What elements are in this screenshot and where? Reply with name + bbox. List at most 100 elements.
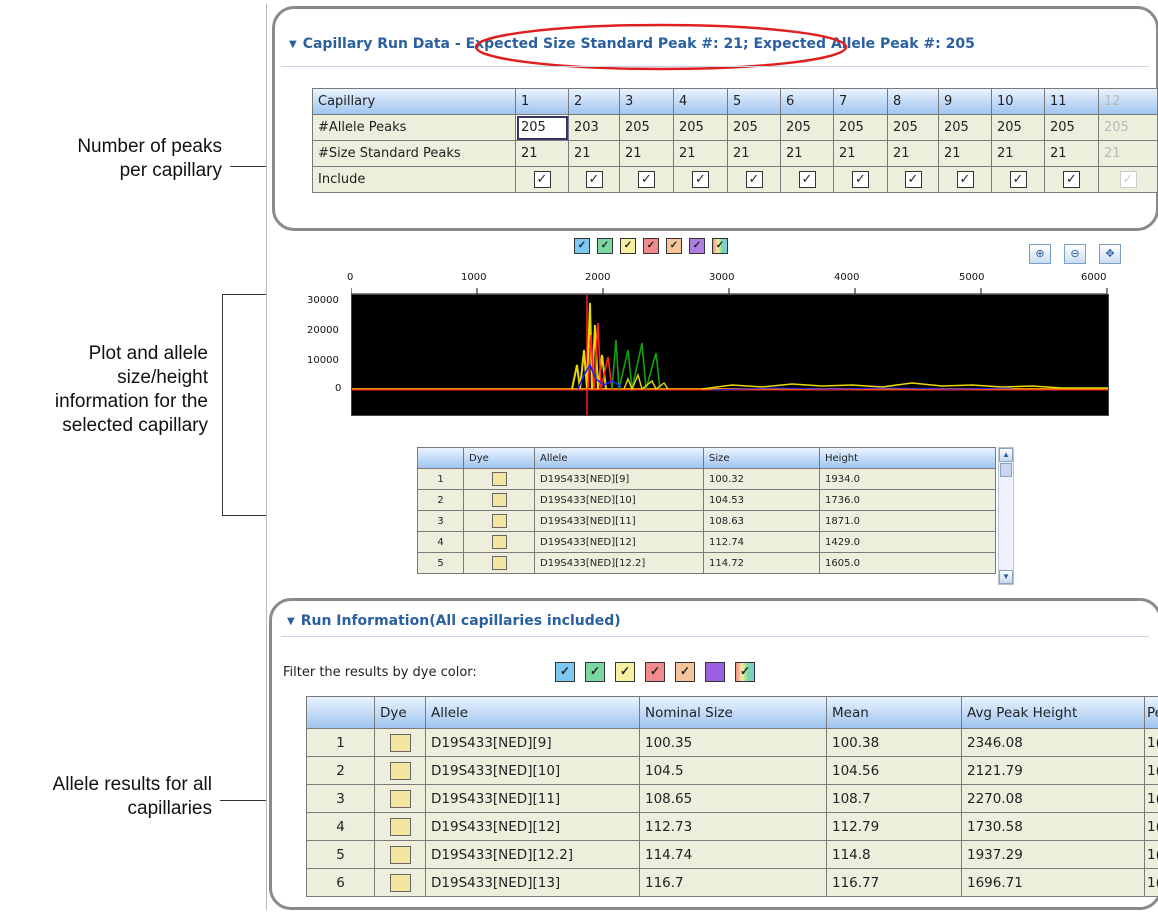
size-standard-peaks-cell[interactable]: 21 xyxy=(568,140,620,167)
size-standard-peaks-cell[interactable]: 21 xyxy=(938,140,992,167)
truncated-value: 1( xyxy=(1144,840,1158,869)
dye-swatch-yellow[interactable]: ✓ xyxy=(620,238,636,254)
run-header-allele[interactable]: Allele xyxy=(425,696,640,729)
run-header-index[interactable] xyxy=(306,696,375,729)
capillary-col-10[interactable]: 10 xyxy=(991,88,1045,115)
run-info-row[interactable]: 3 D19S433[NED][11] 108.65 108.7 2270.08 … xyxy=(306,784,1158,813)
include-checkbox[interactable]: ✓ xyxy=(904,171,922,188)
capillary-col-9[interactable]: 9 xyxy=(938,88,992,115)
run-info-row[interactable]: 1 D19S433[NED][9] 100.35 100.38 2346.08 … xyxy=(306,728,1158,757)
electropherogram-plot[interactable] xyxy=(351,294,1109,416)
size-standard-peaks-cell[interactable]: 21 xyxy=(991,140,1045,167)
capillary-col-1[interactable]: 1 xyxy=(515,88,569,115)
capillary-col-12[interactable]: 12 xyxy=(1098,88,1158,115)
size-standard-peaks-cell[interactable]: 21 xyxy=(515,140,569,167)
size-standard-peaks-cell[interactable]: 21 xyxy=(1044,140,1099,167)
run-info-row[interactable]: 6 D19S433[NED][13] 116.7 116.77 1696.71 … xyxy=(306,868,1158,897)
dye-filter-yellow[interactable]: ✓ xyxy=(615,662,635,682)
include-checkbox[interactable]: ✓ xyxy=(638,171,655,188)
zoom-out-icon[interactable]: ⊖ xyxy=(1064,244,1086,264)
zoom-in-icon[interactable]: ⊕ xyxy=(1029,244,1051,264)
collapse-triangle-icon[interactable]: ▼ xyxy=(287,616,295,627)
selected-header-index[interactable] xyxy=(417,447,464,469)
size-standard-peaks-cell[interactable]: 21 xyxy=(727,140,781,167)
size-standard-peaks-cell[interactable]: 21 xyxy=(673,140,728,167)
size-standard-peaks-cell[interactable]: 21 xyxy=(833,140,888,167)
row-index: 5 xyxy=(417,552,464,574)
selected-table-row[interactable]: 1 D19S433[NED][9] 100.32 1934.0 xyxy=(417,468,996,490)
capillary-col-6[interactable]: 6 xyxy=(780,88,834,115)
run-info-row[interactable]: 5 D19S433[NED][12.2] 114.74 114.8 1937.2… xyxy=(306,840,1158,869)
run-header-nominal-size[interactable]: Nominal Size xyxy=(639,696,827,729)
include-checkbox[interactable]: ✓ xyxy=(798,171,816,188)
dye-swatch-purple[interactable]: ✓ xyxy=(689,238,705,254)
allele-peaks-cell[interactable]: 205 xyxy=(727,114,781,141)
run-header-dye[interactable]: Dye xyxy=(374,696,426,729)
run-header-mean[interactable]: Mean xyxy=(826,696,962,729)
include-checkbox[interactable]: ✓ xyxy=(692,171,709,188)
scroll-up-icon[interactable]: ▲ xyxy=(999,448,1013,462)
size-standard-peaks-cell[interactable]: 21 xyxy=(619,140,674,167)
selected-table-row[interactable]: 5 D19S433[NED][12.2] 114.72 1605.0 xyxy=(417,552,996,574)
allele-peaks-cell[interactable]: 205 xyxy=(619,114,674,141)
allele-peaks-cell[interactable]: 205 xyxy=(833,114,888,141)
scroll-down-icon[interactable]: ▼ xyxy=(999,570,1013,584)
collapse-triangle-icon[interactable]: ▼ xyxy=(289,39,297,50)
dye-swatch-red[interactable]: ✓ xyxy=(643,238,659,254)
dye-filter-green[interactable]: ✓ xyxy=(585,662,605,682)
allele-peaks-cell[interactable]: 205 xyxy=(938,114,992,141)
dye-swatch-orange[interactable]: ✓ xyxy=(666,238,682,254)
selected-table-row[interactable]: 3 D19S433[NED][11] 108.63 1871.0 xyxy=(417,510,996,532)
allele-peaks-cell-selected[interactable]: 205 xyxy=(515,114,569,141)
dye-filter-red[interactable]: ✓ xyxy=(645,662,665,682)
selected-header-height[interactable]: Height xyxy=(819,447,996,469)
allele-peaks-cell[interactable]: 205 xyxy=(1044,114,1099,141)
run-header-avg-peak-height[interactable]: Avg Peak Height xyxy=(961,696,1145,729)
capillary-col-7[interactable]: 7 xyxy=(833,88,888,115)
allele-peaks-cell[interactable]: 205 xyxy=(780,114,834,141)
capillary-col-8[interactable]: 8 xyxy=(887,88,939,115)
selected-header-allele[interactable]: Allele xyxy=(534,447,704,469)
dye-filter-label: Filter the results by dye color: xyxy=(283,665,477,680)
run-info-row[interactable]: 2 D19S433[NED][10] 104.5 104.56 2121.79 … xyxy=(306,756,1158,785)
capillary-col-2[interactable]: 2 xyxy=(568,88,620,115)
dye-swatch-green[interactable]: ✓ xyxy=(597,238,613,254)
allele-peaks-cell[interactable]: 205 xyxy=(887,114,939,141)
include-checkbox[interactable]: ✓ xyxy=(852,171,869,188)
capillary-col-3[interactable]: 3 xyxy=(619,88,674,115)
allele-peaks-cell[interactable]: 205 xyxy=(673,114,728,141)
dye-swatch-multicolor[interactable]: ✓ xyxy=(712,238,728,254)
run-info-row[interactable]: 4 D19S433[NED][12] 112.73 112.79 1730.58… xyxy=(306,812,1158,841)
include-checkbox[interactable]: ✓ xyxy=(533,171,551,188)
selected-table-scrollbar[interactable]: ▲ ▼ xyxy=(998,447,1014,585)
include-checkbox[interactable]: ✓ xyxy=(585,171,603,188)
selected-header-size[interactable]: Size xyxy=(703,447,820,469)
size-standard-peaks-cell[interactable]: 21 xyxy=(887,140,939,167)
dye-filter-orange[interactable]: ✓ xyxy=(675,662,695,682)
scroll-thumb[interactable] xyxy=(1000,463,1012,477)
selected-header-dye[interactable]: Dye xyxy=(463,447,535,469)
allele-peaks-cell[interactable]: 203 xyxy=(568,114,620,141)
dye-filter-blue[interactable]: ✓ xyxy=(555,662,575,682)
size-standard-peaks-cell[interactable]: 21 xyxy=(780,140,834,167)
dye-filter-multicolor[interactable]: ✓ xyxy=(735,662,755,682)
include-checkbox[interactable]: ✓ xyxy=(1009,171,1027,188)
run-header-truncated[interactable]: Pe xyxy=(1144,696,1158,729)
run-information-header[interactable]: ▼ Run Information(All capillaries include… xyxy=(287,613,621,629)
include-checkbox[interactable]: ✓ xyxy=(956,171,974,188)
include-checkbox[interactable]: ✓ xyxy=(1063,171,1080,188)
dye-swatch-blue[interactable]: ✓ xyxy=(574,238,590,254)
selected-table-row[interactable]: 2 D19S433[NED][10] 104.53 1736.0 xyxy=(417,489,996,511)
allele-peaks-cell[interactable]: 205 xyxy=(1098,114,1158,141)
reset-zoom-icon[interactable]: ✥ xyxy=(1099,244,1121,264)
allele-peaks-cell[interactable]: 205 xyxy=(991,114,1045,141)
capillary-col-11[interactable]: 11 xyxy=(1044,88,1099,115)
capillary-col-5[interactable]: 5 xyxy=(727,88,781,115)
size-standard-peaks-cell[interactable]: 21 xyxy=(1098,140,1158,167)
include-checkbox[interactable]: ✓ xyxy=(1119,171,1137,188)
selected-table-row[interactable]: 4 D19S433[NED][12] 112.74 1429.0 xyxy=(417,531,996,553)
capillary-col-4[interactable]: 4 xyxy=(673,88,728,115)
include-checkbox[interactable]: ✓ xyxy=(745,171,763,188)
y-tick-30000: 30000 xyxy=(307,295,339,306)
dye-filter-purple[interactable] xyxy=(705,662,725,682)
